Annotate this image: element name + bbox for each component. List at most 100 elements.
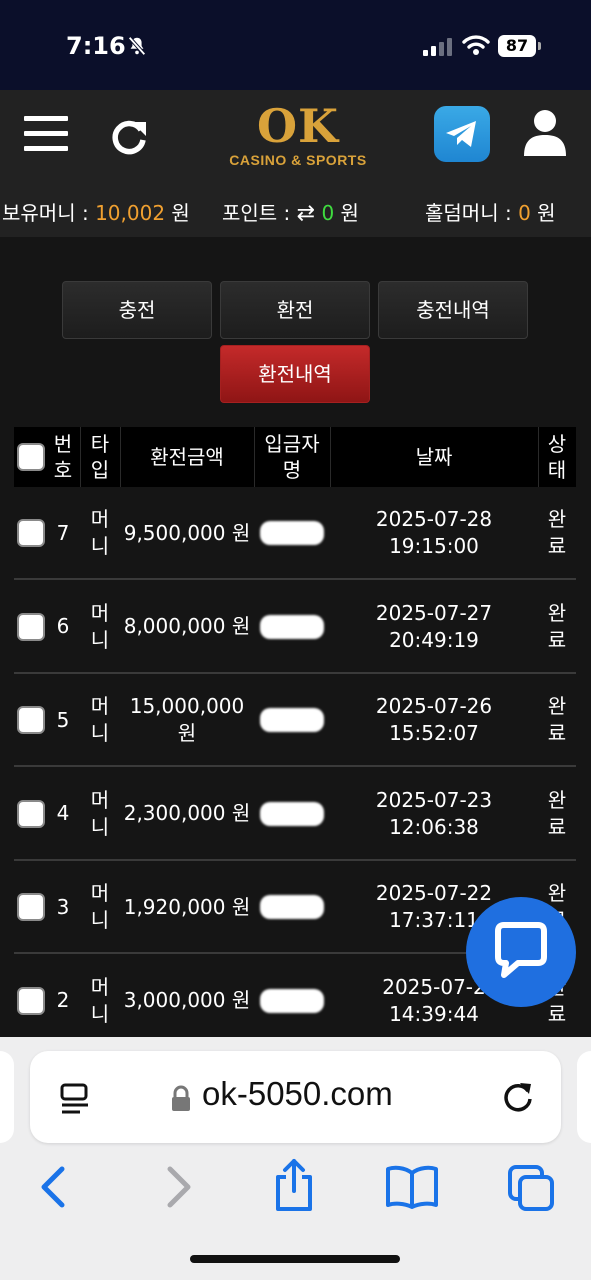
header-amount: 환전금액 xyxy=(150,445,224,469)
bookmarks-icon[interactable] xyxy=(384,1165,440,1209)
row-depositor xyxy=(254,768,330,860)
row-depositor xyxy=(254,487,330,579)
header-number: 번 호 xyxy=(53,432,73,482)
tab-deposit[interactable]: 충전 xyxy=(62,281,212,339)
holdem-label: 홀덤머니 : xyxy=(425,201,512,225)
row-checkbox[interactable] xyxy=(17,799,45,828)
row-checkbox-cell xyxy=(14,674,48,766)
row-date: 2025-07-27 20:49:19 xyxy=(375,600,493,652)
row-checkbox[interactable] xyxy=(17,986,45,1015)
redacted-name xyxy=(260,614,324,639)
table-row: 6 머 니 8,000,000 원 2025-07-27 20:49:19 완 료 xyxy=(14,581,576,674)
previous-tab-edge[interactable] xyxy=(0,1051,14,1143)
back-icon[interactable] xyxy=(38,1165,68,1209)
row-depositor xyxy=(254,581,330,673)
telegram-icon xyxy=(446,121,476,147)
point-value: 0 xyxy=(321,201,335,225)
tabs-icon[interactable] xyxy=(506,1163,558,1213)
chat-button[interactable] xyxy=(466,897,576,1007)
tab-withdraw-history[interactable]: 환전내역 xyxy=(220,345,370,403)
redacted-name xyxy=(260,708,324,732)
status-bar: 7:16 87 xyxy=(0,0,591,90)
tab-withdraw[interactable]: 환전 xyxy=(220,281,370,339)
url-text[interactable]: ok-5050.com xyxy=(202,1075,393,1113)
row-type: 머 니 xyxy=(90,881,110,932)
tab-deposit-history[interactable]: 충전내역 xyxy=(378,281,528,339)
row-number: 4 xyxy=(56,801,70,825)
row-status: 완 료 xyxy=(547,787,567,839)
page-menu-icon[interactable] xyxy=(58,1081,94,1117)
row-checkbox[interactable] xyxy=(17,519,45,547)
redacted-name xyxy=(260,521,324,545)
redacted-name xyxy=(260,988,324,1013)
row-depositor xyxy=(254,955,330,1047)
header-type: 타 입 xyxy=(90,432,110,482)
row-status: 완 료 xyxy=(547,507,567,558)
chat-bubble-icon xyxy=(495,922,547,978)
redacted-name xyxy=(260,801,324,826)
row-date: 2025-07-26 15:52:07 xyxy=(375,694,493,745)
hamburger-line xyxy=(24,131,68,136)
row-checkbox[interactable] xyxy=(17,612,45,641)
row-number: 5 xyxy=(56,707,70,732)
row-number: 7 xyxy=(56,520,70,545)
row-type: 머 니 xyxy=(90,974,110,1026)
row-checkbox[interactable] xyxy=(17,893,45,921)
row-date: 2025-07-28 19:15:00 xyxy=(375,507,493,558)
cellular-signal-icon xyxy=(423,38,452,56)
row-checkbox[interactable] xyxy=(17,706,45,734)
address-bar[interactable]: ok-5050.com xyxy=(30,1051,561,1143)
row-type: 머 니 xyxy=(90,694,110,745)
lock-icon xyxy=(172,1085,190,1111)
row-amount: 8,000,000 원 xyxy=(123,614,251,638)
row-number: 2 xyxy=(56,988,70,1012)
row-checkbox-cell xyxy=(14,861,48,953)
hamburger-line xyxy=(24,146,68,151)
swap-icon[interactable]: ⇄ xyxy=(297,201,315,226)
row-status: 완 료 xyxy=(547,694,567,745)
select-all-checkbox[interactable] xyxy=(17,443,45,471)
money-label: 보유머니 : xyxy=(2,201,89,225)
status-time: 7:16 xyxy=(66,32,126,60)
money-value: 10,002 xyxy=(95,201,166,225)
row-amount: 1,920,000 원 xyxy=(123,894,251,919)
money-balance: 보유머니 : 10,002 원 xyxy=(2,197,190,226)
battery-tip xyxy=(538,42,541,50)
row-checkbox-cell xyxy=(14,581,48,673)
row-date: 2025-07-23 12:06:38 xyxy=(375,787,493,839)
row-checkbox-cell xyxy=(14,487,48,579)
row-number: 3 xyxy=(56,894,70,919)
header-status: 상 태 xyxy=(547,432,567,482)
wifi-icon xyxy=(462,35,490,55)
site-logo[interactable]: OK CASINO & SPORTS xyxy=(228,102,368,174)
home-indicator[interactable] xyxy=(190,1255,400,1263)
holdem-unit: 원 xyxy=(537,201,556,225)
table-header: 번 호 타 입 환전금액 입금자 명 날짜 상 태 xyxy=(14,427,576,487)
row-checkbox-cell xyxy=(14,768,48,860)
holdem-balance: 홀덤머니 : 0 원 xyxy=(425,197,556,226)
next-tab-edge[interactable] xyxy=(577,1051,591,1143)
row-checkbox-cell xyxy=(14,955,48,1047)
redacted-name xyxy=(260,895,324,919)
select-all-cell xyxy=(14,427,48,487)
table-row: 7 머 니 9,500,000 원 2025-07-28 19:15:00 완 료 xyxy=(14,487,576,580)
row-type: 머 니 xyxy=(90,507,110,558)
row-depositor xyxy=(254,674,330,766)
menu-button[interactable] xyxy=(24,116,68,154)
row-amount: 3,000,000 원 xyxy=(123,988,251,1012)
row-type: 머 니 xyxy=(90,787,110,839)
battery-indicator: 87 xyxy=(498,35,536,57)
row-depositor xyxy=(254,861,330,953)
telegram-button[interactable] xyxy=(434,106,490,162)
share-icon[interactable] xyxy=(272,1157,316,1213)
money-unit: 원 xyxy=(171,201,190,225)
reload-icon[interactable] xyxy=(500,1079,536,1115)
forward-icon[interactable] xyxy=(164,1165,194,1209)
logo-subtitle: CASINO & SPORTS xyxy=(229,152,367,168)
refresh-icon[interactable] xyxy=(108,116,150,158)
row-number: 6 xyxy=(56,614,70,638)
row-type: 머 니 xyxy=(90,600,110,652)
user-icon[interactable] xyxy=(522,108,568,158)
table-row: 5 머 니 15,000,000 원 2025-07-26 15:52:07 완 료 xyxy=(14,674,576,767)
bell-muted-icon xyxy=(128,36,146,56)
